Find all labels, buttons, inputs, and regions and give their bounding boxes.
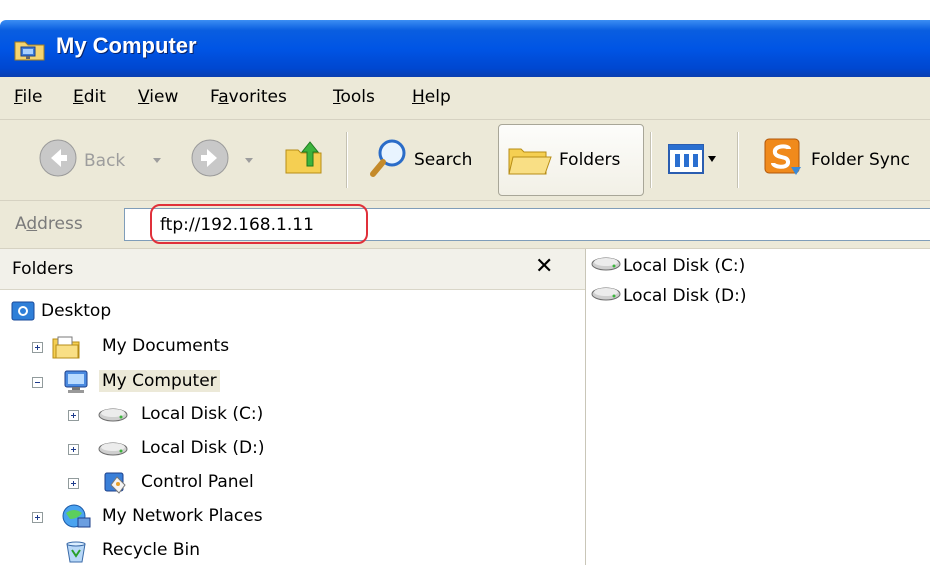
forward-dropdown-icon[interactable]	[244, 150, 254, 170]
forward-arrow-icon	[191, 139, 229, 177]
my-computer-icon	[63, 369, 91, 400]
menu-file-accel: F	[14, 87, 23, 107]
menu-help-accel: H	[412, 87, 425, 107]
tree-label: My Network Places	[102, 506, 263, 526]
menu-file-label: ile	[22, 87, 43, 107]
menu-help-label: elp	[424, 87, 451, 107]
hard-drive-icon	[591, 286, 621, 307]
title-bar[interactable]: My Computer	[0, 20, 930, 77]
expand-icon[interactable]	[68, 478, 79, 489]
views-grid-icon	[668, 144, 716, 174]
menu-help[interactable]: Help	[412, 87, 451, 107]
address-label-a: A	[15, 214, 27, 234]
content-pane: Local Disk (C:) Local Disk (D:)	[586, 249, 930, 565]
search-label: Search	[414, 149, 473, 170]
up-folder-button[interactable]	[283, 136, 325, 183]
address-highlight-ring	[150, 204, 368, 244]
menu-favorites-label: vorites	[228, 87, 287, 107]
my-computer-window-icon	[14, 36, 46, 67]
expand-icon[interactable]	[32, 512, 43, 523]
menu-favorites[interactable]: Favorites	[210, 87, 287, 107]
folders-pane: Folders ✕ Desktop My Documents My Comput…	[0, 249, 586, 565]
hard-drive-icon	[98, 440, 128, 463]
folders-toggle-button[interactable]: Folders	[498, 124, 644, 196]
content-item-label: Local Disk (C:)	[623, 256, 746, 276]
up-folder-icon	[285, 141, 322, 174]
folders-label: Folders	[559, 150, 621, 170]
expand-icon[interactable]	[68, 444, 79, 455]
tree-item-recycle-bin[interactable]: Recycle Bin	[0, 535, 585, 567]
window-title: My Computer	[56, 33, 197, 58]
menu-edit-accel: E	[73, 87, 84, 107]
menu-view-accel: V	[138, 87, 150, 107]
search-button[interactable]: Search	[368, 136, 472, 183]
address-label-rest: dress	[37, 214, 83, 234]
address-label: Address	[15, 214, 83, 234]
network-places-icon	[60, 503, 92, 536]
tree-item-my-computer[interactable]: My Computer	[0, 366, 585, 398]
tree-item-desktop[interactable]: Desktop	[0, 296, 585, 328]
tree-item-local-disk-c[interactable]: Local Disk (C:)	[0, 399, 585, 431]
folder-sync-button[interactable]: Folder Sync	[763, 137, 910, 182]
search-magnifier-icon	[368, 136, 410, 183]
tree-item-local-disk-d[interactable]: Local Disk (D:)	[0, 433, 585, 465]
tree-label: Desktop	[41, 301, 112, 321]
close-icon[interactable]: ✕	[535, 253, 553, 281]
folder-sync-label: Folder Sync	[811, 149, 910, 170]
folder-sync-icon	[763, 137, 803, 182]
desktop-icon	[11, 301, 35, 328]
expand-icon[interactable]	[32, 342, 43, 353]
back-button[interactable]: Back	[38, 138, 125, 183]
folders-pane-title: Folders	[12, 259, 74, 279]
tree-label: My Documents	[102, 336, 230, 356]
menu-edit[interactable]: Edit	[73, 87, 106, 107]
hard-drive-icon	[591, 256, 621, 277]
menu-favorites-pre: F	[210, 87, 219, 107]
menu-view-label: iew	[149, 87, 179, 107]
menu-tools-label: ools	[340, 87, 375, 107]
menu-view[interactable]: View	[138, 87, 178, 107]
back-dropdown-icon[interactable]	[152, 150, 162, 170]
tree-item-my-documents[interactable]: My Documents	[0, 331, 585, 363]
forward-button[interactable]	[190, 138, 230, 183]
menu-file[interactable]: File	[14, 87, 42, 107]
content-item-label: Local Disk (D:)	[623, 286, 747, 306]
control-panel-icon	[103, 471, 129, 500]
content-item-local-disk-c[interactable]: Local Disk (C:)	[591, 253, 745, 279]
my-documents-folder-icon	[52, 335, 80, 364]
menu-edit-label: dit	[83, 87, 106, 107]
menu-tools-accel: T	[333, 87, 341, 107]
menu-bar: File Edit View Favorites Tools Help	[0, 77, 930, 120]
toolbar: Back Search Folders Folder Sync	[0, 120, 930, 201]
menu-favorites-accel: a	[218, 87, 229, 107]
menu-tools[interactable]: Tools	[333, 87, 375, 107]
content-item-local-disk-d[interactable]: Local Disk (D:)	[591, 283, 746, 309]
collapse-icon[interactable]	[32, 377, 43, 388]
views-button[interactable]	[668, 143, 720, 180]
expand-icon[interactable]	[68, 410, 79, 421]
tree-label: Control Panel	[141, 472, 254, 492]
hard-drive-icon	[98, 406, 128, 429]
address-label-accel: d	[26, 214, 38, 234]
back-label: Back	[84, 150, 126, 171]
tree-label: Local Disk (C:)	[141, 404, 264, 424]
folders-pane-header: Folders ✕	[0, 249, 585, 290]
tree-item-my-network-places[interactable]: My Network Places	[0, 501, 585, 533]
back-arrow-icon	[38, 138, 78, 183]
toolbar-separator	[346, 132, 348, 188]
folders-icon	[507, 139, 553, 184]
toolbar-separator	[650, 132, 652, 188]
tree-label: Local Disk (D:)	[141, 438, 265, 458]
tree-label: My Computer	[99, 370, 220, 392]
tree-item-control-panel[interactable]: Control Panel	[0, 467, 585, 499]
address-bar: Address ftp://192.168.1.11	[0, 201, 930, 249]
tree-label: Recycle Bin	[102, 540, 201, 560]
recycle-bin-icon	[63, 538, 89, 569]
toolbar-separator	[737, 132, 739, 188]
